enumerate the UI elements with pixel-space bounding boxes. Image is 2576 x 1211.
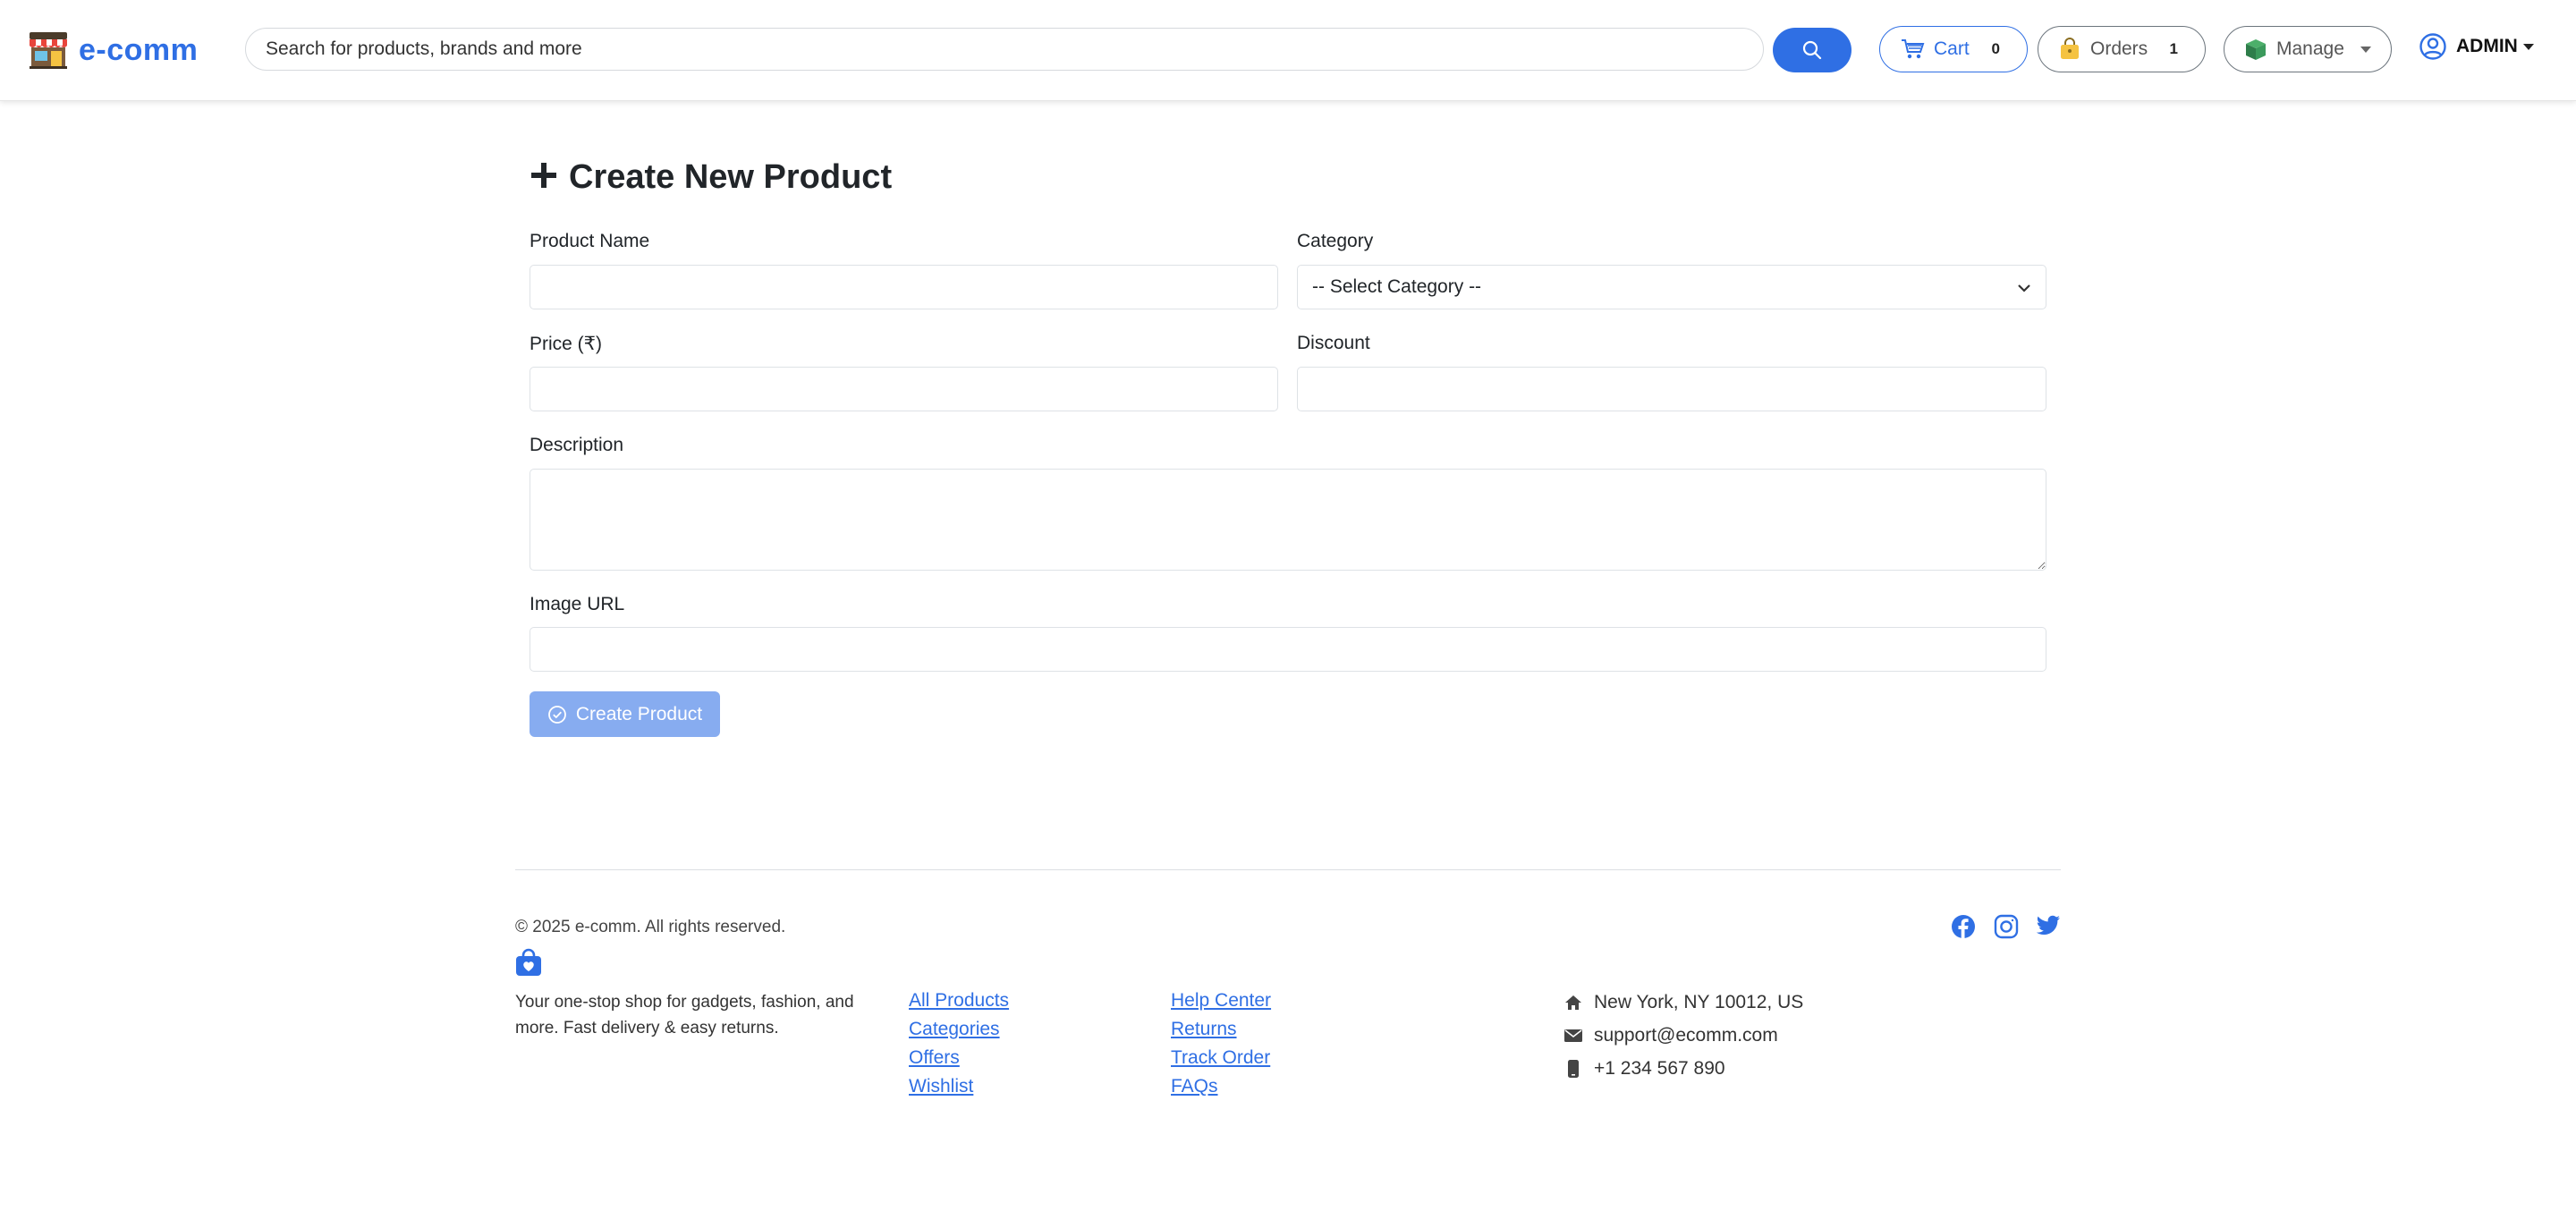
category-select[interactable]: -- Select Category -- (1297, 265, 2046, 309)
address-text: New York, NY 10012, US (1594, 991, 1804, 1012)
footer-link-faqs[interactable]: FAQs (1171, 1076, 1218, 1097)
storefront-icon (27, 29, 70, 72)
product-name-input[interactable] (530, 265, 1278, 309)
orders-count-badge: 1 (2169, 40, 2178, 57)
manage-dropdown[interactable]: Manage (2224, 26, 2392, 72)
description-textarea[interactable] (530, 469, 2046, 571)
chevron-down-icon (2522, 43, 2534, 50)
search-button[interactable] (1773, 28, 1852, 72)
footer-link-returns[interactable]: Returns (1171, 1019, 1237, 1039)
brand-name: e-comm (79, 32, 199, 67)
check-circle-icon (547, 705, 567, 724)
footer-link-track-order[interactable]: Track Order (1171, 1047, 1270, 1068)
list-item: FAQs (1171, 1072, 1271, 1101)
envelope-icon (1563, 1029, 1583, 1043)
contact-email: support@ecomm.com (1563, 1019, 1803, 1052)
plus-icon (530, 157, 558, 197)
help-links: Help Center Returns Track Order FAQs (1171, 987, 1271, 1101)
image-url-label: Image URL (530, 594, 625, 614)
price-label: Price (₹) (530, 334, 603, 354)
list-item: All Products (909, 987, 1009, 1015)
product-name-label: Product Name (530, 231, 650, 251)
footer-link-wishlist[interactable]: Wishlist (909, 1076, 973, 1097)
footer-link-categories[interactable]: Categories (909, 1019, 1000, 1039)
twitter-icon (2036, 914, 2061, 937)
brand-link[interactable]: e-comm (27, 27, 198, 73)
facebook-link[interactable] (1951, 914, 1976, 939)
phone-text: +1 234 567 890 (1594, 1057, 1725, 1079)
image-url-input[interactable] (530, 627, 2046, 672)
top-navbar: e-comm Cart 0 Orders 1 (0, 0, 2576, 101)
list-item: Help Center (1171, 987, 1271, 1015)
chevron-down-icon (2017, 276, 2031, 298)
cart-label: Cart (1934, 38, 1970, 59)
instagram-icon (1994, 914, 2019, 939)
user-menu[interactable]: ADMIN (2419, 32, 2534, 61)
cart-button[interactable]: Cart 0 (1879, 26, 2028, 72)
email-text: support@ecomm.com (1594, 1024, 1778, 1046)
contact-info: New York, NY 10012, US support@ecomm.com… (1563, 986, 1803, 1085)
create-product-button[interactable]: Create Product (530, 691, 720, 737)
footer-link-offers[interactable]: Offers (909, 1047, 960, 1068)
facebook-icon (1951, 914, 1976, 939)
footer-link-all-products[interactable]: All Products (909, 990, 1009, 1011)
list-item: Offers (909, 1044, 1009, 1072)
list-item: Track Order (1171, 1044, 1271, 1072)
manage-label: Manage (2276, 38, 2344, 59)
shopping-bag-heart-icon (515, 948, 542, 981)
description-label: Description (530, 435, 624, 455)
instagram-link[interactable] (1994, 914, 2019, 939)
price-input[interactable] (530, 367, 1278, 411)
discount-input[interactable] (1297, 367, 2046, 411)
category-label: Category (1297, 231, 1374, 251)
orders-label: Orders (2090, 38, 2148, 59)
page-title: Create New Product (530, 157, 892, 197)
footer-divider (515, 869, 2061, 870)
home-icon (1563, 994, 1583, 1012)
chevron-down-icon (2360, 46, 2371, 53)
list-item: Wishlist (909, 1072, 1009, 1101)
copyright-text: © 2025 e-comm. All rights reserved. (515, 918, 786, 936)
cart-icon (1900, 38, 1925, 61)
contact-address: New York, NY 10012, US (1563, 986, 1803, 1019)
user-circle-icon (2419, 32, 2447, 61)
list-item: Categories (909, 1015, 1009, 1044)
package-icon (2244, 38, 2267, 61)
twitter-link[interactable] (2036, 914, 2061, 937)
shopping-bag-icon (2058, 38, 2081, 61)
shop-links: All Products Categories Offers Wishlist (909, 987, 1009, 1101)
discount-label: Discount (1297, 333, 1370, 353)
search-input[interactable] (245, 28, 1764, 71)
footer-tagline: Your one-stop shop for gadgets, fashion,… (515, 993, 854, 1037)
category-selected-value: -- Select Category -- (1312, 276, 1482, 297)
create-product-label: Create Product (575, 703, 703, 724)
page-title-text: Create New Product (569, 157, 893, 196)
footer-link-help-center[interactable]: Help Center (1171, 990, 1271, 1011)
orders-button[interactable]: Orders 1 (2038, 26, 2206, 72)
phone-icon (1563, 1059, 1583, 1079)
contact-phone: +1 234 567 890 (1563, 1052, 1803, 1085)
user-label: ADMIN (2456, 36, 2518, 56)
search-icon (1801, 39, 1823, 61)
cart-count-badge: 0 (1991, 40, 2000, 57)
list-item: Returns (1171, 1015, 1271, 1044)
